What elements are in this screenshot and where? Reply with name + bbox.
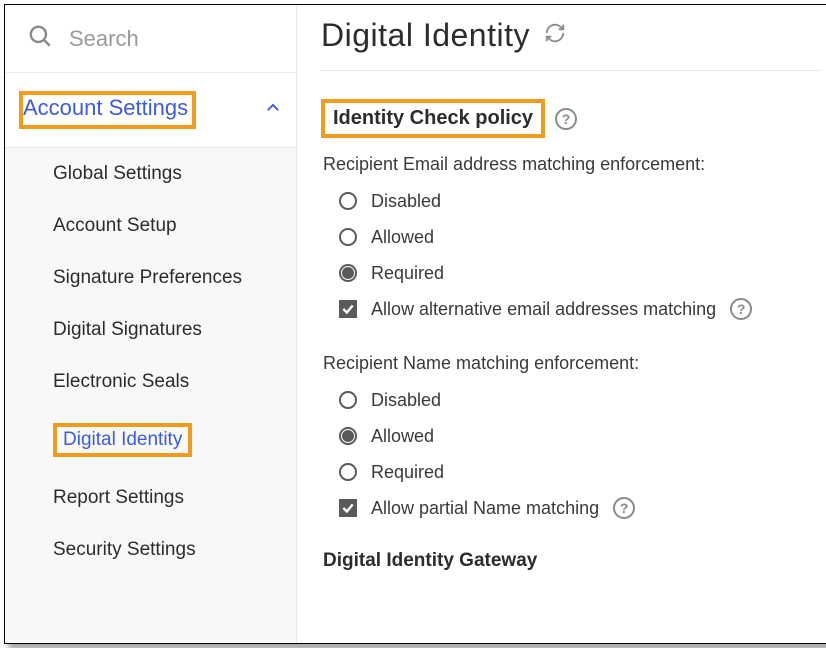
email-radio-required[interactable]: Required	[339, 257, 826, 289]
sidebar-item-label: Digital Signatures	[53, 319, 202, 341]
sidebar-item-label: Digital Identity	[53, 423, 192, 457]
radio-icon	[339, 391, 357, 409]
sidebar-item-label: Signature Preferences	[53, 267, 242, 289]
name-radio-disabled[interactable]: Disabled	[339, 384, 826, 416]
checkbox-icon	[339, 499, 357, 517]
gateway-heading: Digital Identity Gateway	[323, 550, 826, 572]
checkbox-label: Allow partial Name matching	[371, 498, 599, 519]
sidebar-section-header[interactable]: Account Settings	[5, 73, 296, 148]
main-panel: Digital Identity Identity Check policy ?…	[297, 5, 826, 643]
sidebar: Account Settings Global Settings Account…	[5, 5, 297, 643]
radio-label: Allowed	[371, 426, 434, 447]
email-allow-alt-checkbox[interactable]: Allow alternative email addresses matchi…	[339, 293, 826, 325]
sidebar-section-label: Account Settings	[19, 91, 196, 129]
search-icon	[27, 23, 53, 54]
sidebar-item-label: Global Settings	[53, 163, 182, 185]
sidebar-item-electronic-seals[interactable]: Electronic Seals	[5, 356, 296, 408]
app-frame: Account Settings Global Settings Account…	[4, 4, 826, 644]
email-radio-allowed[interactable]: Allowed	[339, 221, 826, 253]
sidebar-item-label: Security Settings	[53, 539, 196, 561]
sidebar-item-label: Account Setup	[53, 215, 177, 237]
sidebar-item-report-settings[interactable]: Report Settings	[5, 472, 296, 524]
name-group-label: Recipient Name matching enforcement:	[323, 353, 826, 374]
identity-check-title: Identity Check policy	[321, 99, 545, 138]
sidebar-item-label: Electronic Seals	[53, 371, 189, 393]
radio-icon	[339, 463, 357, 481]
sidebar-list: Global Settings Account Setup Signature …	[5, 148, 296, 643]
refresh-icon[interactable]	[544, 22, 566, 49]
sidebar-item-digital-signatures[interactable]: Digital Signatures	[5, 304, 296, 356]
name-allow-partial-checkbox[interactable]: Allow partial Name matching ?	[339, 492, 826, 524]
sidebar-item-security-settings[interactable]: Security Settings	[5, 524, 296, 576]
checkbox-label: Allow alternative email addresses matchi…	[371, 299, 716, 320]
sidebar-item-signature-preferences[interactable]: Signature Preferences	[5, 252, 296, 304]
help-icon[interactable]: ?	[613, 497, 635, 519]
radio-label: Disabled	[371, 390, 441, 411]
page-title: Digital Identity	[321, 17, 530, 54]
name-radio-required[interactable]: Required	[339, 456, 826, 488]
help-icon[interactable]: ?	[555, 108, 577, 130]
email-radio-disabled[interactable]: Disabled	[339, 185, 826, 217]
radio-icon	[339, 228, 357, 246]
sidebar-item-digital-identity[interactable]: Digital Identity	[5, 408, 296, 472]
checkbox-icon	[339, 300, 357, 318]
email-group-label: Recipient Email address matching enforce…	[323, 154, 826, 175]
radio-icon	[339, 427, 357, 445]
sidebar-item-account-setup[interactable]: Account Setup	[5, 200, 296, 252]
search-input[interactable]	[67, 25, 278, 53]
section-title-row: Identity Check policy ?	[321, 99, 826, 138]
radio-label: Disabled	[371, 191, 441, 212]
sidebar-item-global-settings[interactable]: Global Settings	[5, 148, 296, 200]
radio-label: Required	[371, 263, 444, 284]
search-bar[interactable]	[5, 5, 296, 73]
sidebar-item-label: Report Settings	[53, 487, 184, 509]
name-radio-allowed[interactable]: Allowed	[339, 420, 826, 452]
radio-icon	[339, 264, 357, 282]
chevron-up-icon	[264, 99, 282, 122]
radio-label: Allowed	[371, 227, 434, 248]
help-icon[interactable]: ?	[730, 298, 752, 320]
radio-label: Required	[371, 462, 444, 483]
radio-icon	[339, 192, 357, 210]
page-title-row: Digital Identity	[321, 17, 821, 71]
